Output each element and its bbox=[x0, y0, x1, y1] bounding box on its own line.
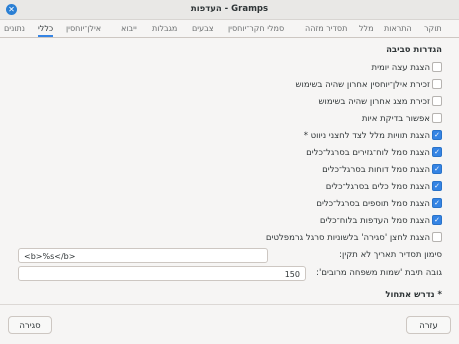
option-addons-icon[interactable]: ✓הצגת סמל תוספים בסרגל־כלים bbox=[316, 197, 442, 210]
title-bar: ✕ העדפות - Gramps bbox=[0, 0, 459, 20]
tab-id-format[interactable]: תסדיר מזהה bbox=[305, 20, 347, 37]
preferences-tabs: נתונים כללי אילן־יוחסין ייבוא מגבלות צבע… bbox=[0, 20, 459, 38]
checkbox-checked-icon[interactable]: ✓ bbox=[432, 214, 442, 225]
checkbox-checked-icon[interactable]: ✓ bbox=[432, 146, 442, 157]
surname-height-label: גובה תיבת 'שמות משפחה מרובים': bbox=[316, 268, 442, 278]
date-marker-input[interactable]: <b>%s</b> bbox=[18, 248, 268, 263]
tab-limits[interactable]: מגבלות bbox=[152, 20, 177, 37]
tab-data[interactable]: נתונים bbox=[4, 20, 25, 37]
window-title: העדפות - Gramps bbox=[190, 4, 269, 14]
option-label: הצגת תוויות מלל לצד לחצני ניווט * bbox=[303, 131, 430, 141]
section-title: הגדרות סביבה bbox=[386, 45, 442, 55]
close-button[interactable]: סגירה bbox=[8, 316, 52, 334]
checkbox-icon[interactable] bbox=[432, 95, 442, 106]
tab-colors[interactable]: צבעים bbox=[192, 20, 213, 37]
checkbox-checked-icon[interactable]: ✓ bbox=[432, 180, 442, 191]
option-reports-icon[interactable]: ✓הצגת סמל דוחות בסרגל־כלים bbox=[322, 163, 442, 176]
option-remember-view[interactable]: זכירת מצג אחרון שהיה בשימוש bbox=[318, 95, 442, 108]
option-label: הצגת עצה יומית bbox=[371, 63, 430, 73]
option-label: זכירת מצג אחרון שהיה בשימוש bbox=[318, 97, 431, 107]
option-remember-tree[interactable]: זכירת אילן־יוחסין אחרון שהיה בשימוש bbox=[295, 78, 442, 91]
tab-import[interactable]: ייבוא bbox=[121, 20, 137, 37]
checkbox-checked-icon[interactable]: ✓ bbox=[432, 129, 442, 140]
dialog-button-bar: סגירה עזרה bbox=[0, 304, 459, 344]
checkbox-icon[interactable] bbox=[432, 231, 442, 242]
option-spellcheck[interactable]: אפשור בדיקת איות bbox=[361, 112, 442, 125]
option-label: הצגת סמל דוחות בסרגל־כלים bbox=[322, 165, 430, 175]
option-label: אפשור בדיקת איות bbox=[361, 114, 430, 124]
checkbox-icon[interactable] bbox=[432, 61, 442, 72]
option-label: הצגת סמל תוספים בסרגל־כלים bbox=[316, 199, 430, 209]
preferences-window: ✕ העדפות - Gramps נתונים כללי אילן־יוחסי… bbox=[0, 0, 459, 344]
option-clipboard-icon[interactable]: ✓הצגת סמל לוח־גזירים בסרגל־כלים bbox=[306, 146, 442, 159]
option-label: זכירת אילן־יוחסין אחרון שהיה בשימוש bbox=[295, 80, 430, 90]
checkbox-icon[interactable] bbox=[432, 78, 442, 89]
checkbox-checked-icon[interactable]: ✓ bbox=[432, 197, 442, 208]
tab-warnings[interactable]: התראות bbox=[384, 20, 412, 37]
option-preferences-icon[interactable]: ✓הצגת סמל העדפות בלוח־כלים bbox=[319, 214, 442, 227]
date-marker-label: סימון תסדיר תאריך לא תקין: bbox=[339, 250, 442, 260]
tab-text[interactable]: מלל bbox=[359, 20, 374, 37]
option-label: הצגת סמל כלים בסרגל־כלים bbox=[325, 182, 430, 192]
option-nav-text-labels[interactable]: ✓הצגת תוויות מלל לצד לחצני ניווט * bbox=[303, 129, 442, 142]
tab-researcher[interactable]: תוקר bbox=[424, 20, 442, 37]
tab-general[interactable]: כללי bbox=[38, 20, 54, 37]
option-gramplet-close-button[interactable]: הצגת לחצן 'סגירה' בלשוניות סרגל גרמפלטים bbox=[265, 231, 442, 244]
option-show-tip[interactable]: הצגת עצה יומית bbox=[371, 61, 442, 74]
checkbox-icon[interactable] bbox=[432, 112, 442, 123]
option-label: הצגת סמל העדפות בלוח־כלים bbox=[319, 216, 430, 226]
tab-family-tree[interactable]: אילן־יוחסין bbox=[66, 20, 101, 37]
tab-genealogy-symbols[interactable]: סמלי חקר־יוחסין bbox=[228, 20, 284, 37]
option-label: הצגת לחצן 'סגירה' בלשוניות סרגל גרמפלטים bbox=[265, 233, 430, 243]
general-settings-panel: הגדרות סביבה הצגת עצה יומית זכירת אילן־י… bbox=[10, 42, 450, 304]
restart-note: * נדרש אתחול bbox=[385, 290, 442, 300]
option-label: הצגת סמל לוח־גזירים בסרגל־כלים bbox=[306, 148, 430, 158]
surname-height-input[interactable]: 150 bbox=[18, 266, 306, 281]
option-tools-icon[interactable]: ✓הצגת סמל כלים בסרגל־כלים bbox=[325, 180, 442, 193]
checkbox-checked-icon[interactable]: ✓ bbox=[432, 163, 442, 174]
help-button[interactable]: עזרה bbox=[406, 316, 451, 334]
